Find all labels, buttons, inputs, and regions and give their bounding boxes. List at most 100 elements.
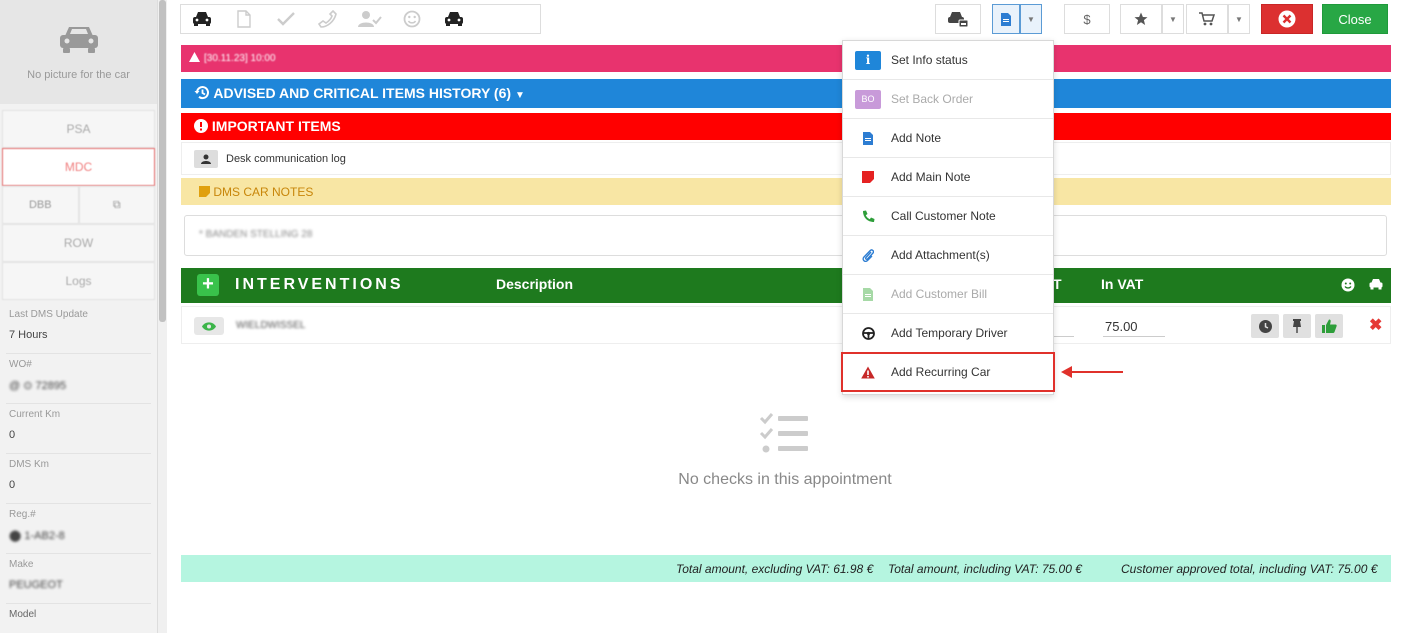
no-picture-text: No picture for the car — [27, 69, 130, 81]
add-intervention-button[interactable]: + — [197, 274, 219, 296]
step-car-out-icon[interactable] — [433, 5, 475, 33]
empty-checks-text: No checks in this appointment — [678, 471, 892, 488]
menu-item-add-customer-bill[interactable]: Add Customer Bill — [843, 275, 1053, 314]
caret-down-icon: ▼ — [1169, 14, 1177, 24]
clock-icon — [1258, 319, 1272, 333]
sticky-note-icon — [199, 186, 210, 197]
car-icon — [1369, 279, 1383, 290]
menu-item-label: Add Note — [891, 131, 942, 145]
note-icon — [1001, 12, 1011, 26]
history-bar[interactable]: ADVISED AND CRITICAL ITEMS HISTORY (6) ▼ — [181, 79, 1391, 108]
menu-item-add-attachments[interactable]: Add Attachment(s) — [843, 236, 1053, 275]
intervention-description: WIELDWISSEL — [236, 320, 306, 331]
field-value: @ ⊙ 72895 — [9, 380, 67, 392]
bo-icon: BO — [855, 89, 881, 109]
main-note-icon — [855, 167, 881, 187]
car-sidebar: No picture for the car PSA MDC DBB ⧉ ROW… — [0, 0, 158, 633]
star-icon — [1134, 12, 1148, 25]
step-document-icon[interactable] — [223, 5, 265, 33]
menu-item-add-note[interactable]: Add Note — [843, 119, 1053, 158]
step-user-check-icon[interactable] — [349, 5, 391, 33]
checklist-icon — [759, 413, 808, 453]
logs-button[interactable]: Logs — [2, 262, 155, 300]
print-button[interactable] — [935, 4, 981, 34]
cancel-button[interactable] — [1261, 4, 1313, 34]
customer-approved-total: Customer approved total, including VAT: … — [1121, 562, 1378, 576]
scrollbar-thumb[interactable] — [159, 0, 166, 322]
menu-item-add-recurring-car[interactable]: Add Recurring Car — [841, 352, 1055, 392]
row-button[interactable]: ROW — [2, 224, 155, 262]
step-check-icon[interactable] — [265, 5, 307, 33]
external-link-icon[interactable]: ⧉ — [78, 186, 155, 224]
cart-caret[interactable]: ▼ — [1228, 4, 1250, 34]
field-value[interactable]: 0 — [9, 429, 148, 441]
history-icon — [194, 86, 209, 100]
price-button[interactable]: $ — [1064, 4, 1110, 34]
field-value: 7 Hours — [9, 329, 48, 341]
dms-car-notes-bar: DMS CAR NOTES — [181, 178, 1391, 205]
visibility-toggle[interactable] — [194, 317, 224, 335]
sidebar-scrollbar[interactable] — [158, 0, 167, 633]
menu-item-label: Set Back Order — [891, 92, 974, 106]
field-make: Make PEUGEOT — [6, 554, 151, 604]
step-car-in-icon[interactable] — [181, 5, 223, 33]
total-excluding-vat: Total amount, excluding VAT: 61.98 € — [676, 562, 874, 576]
menu-item-add-temporary-driver[interactable]: Add Temporary Driver — [843, 314, 1053, 353]
field-label: DMS Km — [9, 459, 49, 470]
delete-icon[interactable]: ✖ — [1369, 318, 1382, 334]
annotation-arrow-icon — [1061, 366, 1123, 378]
car-picture-placeholder: No picture for the car — [0, 0, 157, 104]
field-label: Last DMS Update — [9, 309, 88, 320]
intervention-row[interactable]: WIELDWISSEL 75.00 ✖ — [181, 306, 1391, 344]
in-vat-input[interactable]: 75.00 — [1103, 319, 1165, 337]
menu-item-label: Call Customer Note — [891, 209, 996, 223]
menu-item-call-customer-note[interactable]: Call Customer Note — [843, 197, 1053, 236]
favorite-caret[interactable]: ▼ — [1162, 4, 1184, 34]
menu-item-add-main-note[interactable]: Add Main Note — [843, 158, 1053, 197]
phone-icon — [855, 206, 881, 226]
time-button[interactable] — [1251, 314, 1279, 338]
pin-icon — [1293, 319, 1301, 333]
note-menu-button[interactable] — [992, 4, 1020, 34]
psa-button[interactable]: PSA — [2, 110, 155, 148]
pin-button[interactable] — [1283, 314, 1311, 338]
steering-wheel-icon — [855, 323, 881, 343]
caret-down-icon: ▼ — [1027, 14, 1035, 24]
step-smile-icon[interactable] — [391, 5, 433, 33]
desk-communication-row[interactable]: Desk communication log — [181, 142, 1391, 175]
car-icon — [59, 27, 98, 53]
totals-bar: Total amount, excluding VAT: 61.98 € Tot… — [181, 555, 1391, 582]
field-value: PEUGEOT — [9, 579, 63, 591]
warning-icon — [855, 362, 881, 382]
note-dropdown-menu: i Set Info status BO Set Back Order Add … — [841, 40, 1055, 395]
caret-down-icon: ▼ — [1235, 14, 1243, 24]
alert-bar[interactable]: [30.11.23] 10:00 — [181, 45, 1391, 72]
field-dms-km: DMS Km 0 — [6, 454, 151, 504]
dms-note-box: * BANDEN STELLING 28 — [184, 215, 1387, 256]
ex-vat-input[interactable] — [1052, 319, 1074, 337]
note-menu-caret[interactable]: ▼ — [1020, 4, 1042, 34]
paperclip-icon — [855, 245, 881, 265]
smile-icon — [1341, 278, 1355, 292]
favorite-button[interactable] — [1120, 4, 1162, 34]
mdc-button[interactable]: MDC — [2, 148, 155, 186]
close-circle-icon — [1278, 10, 1296, 28]
dms-note-text: * BANDEN STELLING 28 — [199, 229, 313, 240]
cart-button[interactable] — [1186, 4, 1228, 34]
field-last-dms-update: Last DMS Update 7 Hours — [6, 304, 151, 354]
field-wo-number: WO# @ ⊙ 72895 — [6, 354, 151, 404]
menu-item-set-back-order[interactable]: BO Set Back Order — [843, 80, 1053, 119]
chevron-down-icon: ▼ — [514, 90, 525, 101]
menu-item-set-info-status[interactable]: i Set Info status — [843, 41, 1053, 80]
field-value: ⬤ 1-AB2-8 — [9, 530, 65, 542]
approve-button[interactable] — [1315, 314, 1343, 338]
close-button[interactable]: Close — [1322, 4, 1388, 34]
empty-checks-placeholder: No checks in this appointment — [600, 412, 970, 489]
field-label: Reg.# — [9, 509, 36, 520]
dbb-button[interactable]: DBB — [2, 186, 79, 224]
step-phone-icon[interactable] — [307, 5, 349, 33]
alert-text: [30.11.23] 10:00 — [204, 53, 276, 64]
warning-icon — [189, 52, 200, 62]
important-items-label: IMPORTANT ITEMS — [211, 118, 341, 134]
car-print-icon — [948, 12, 969, 28]
